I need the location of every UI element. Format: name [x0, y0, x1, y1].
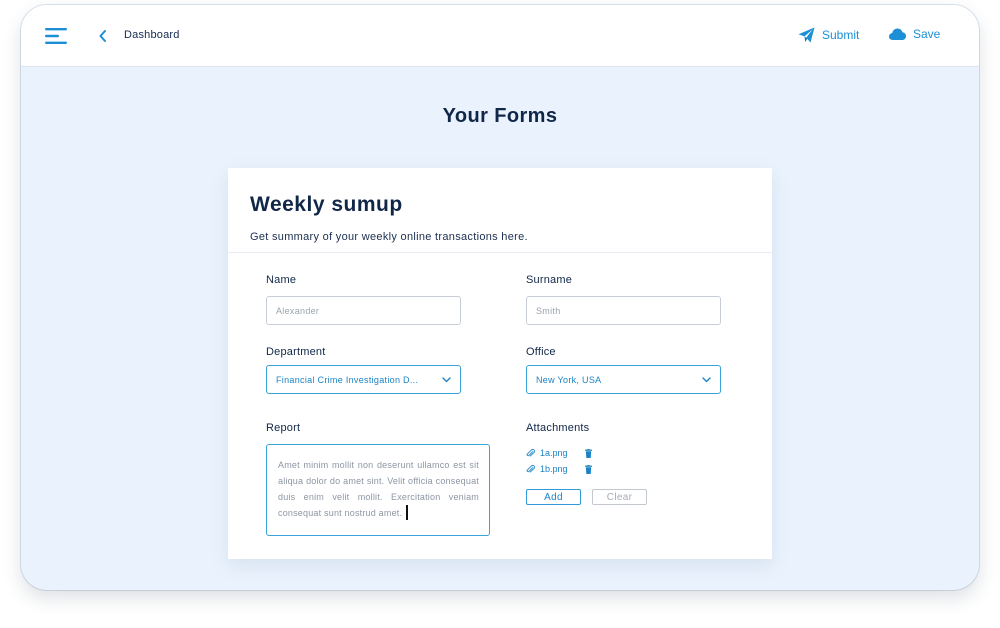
office-value: New York, USA — [536, 374, 602, 385]
paper-plane-icon — [798, 27, 815, 43]
chevron-left-icon[interactable] — [98, 29, 108, 43]
add-attachment-button[interactable]: Add — [526, 489, 581, 505]
paperclip-icon — [526, 464, 535, 473]
name-input[interactable]: Alexander — [266, 296, 461, 325]
submit-label: Submit — [822, 28, 860, 42]
page-title: Your Forms — [442, 105, 558, 127]
office-label: Office — [526, 346, 556, 358]
chevron-down-icon — [442, 376, 451, 382]
department-value: Financial Crime Investigation D... — [276, 374, 419, 385]
save-label: Save — [913, 27, 941, 41]
paperclip-icon — [526, 448, 535, 457]
attachments-label: Attachments — [526, 422, 590, 434]
department-label: Department — [266, 346, 326, 358]
cloud-icon — [889, 28, 906, 40]
name-placeholder: Alexander — [276, 305, 320, 316]
report-text: Amet minim mollit non deserunt ullamco e… — [278, 460, 479, 518]
attachment-filename[interactable]: 1b.png — [540, 464, 585, 474]
menu-icon[interactable] — [45, 27, 69, 45]
save-button[interactable]: Save — [889, 27, 940, 41]
surname-label: Surname — [526, 274, 573, 286]
clear-attachments-button[interactable]: Clear — [592, 489, 647, 505]
trash-icon[interactable] — [585, 448, 592, 458]
surname-input[interactable]: Smith — [526, 296, 721, 325]
report-label: Report — [266, 422, 301, 434]
breadcrumb-dashboard[interactable]: Dashboard — [124, 29, 180, 41]
form-title: Weekly sumup — [250, 193, 403, 216]
app-window: Dashboard Submit Save Your Forms Weekly … — [21, 5, 979, 590]
top-bar: Dashboard Submit Save — [21, 5, 979, 67]
attachment-filename[interactable]: 1a.png — [540, 448, 585, 458]
department-select[interactable]: Financial Crime Investigation D... — [266, 365, 461, 394]
text-cursor — [406, 505, 408, 520]
report-textarea[interactable]: Amet minim mollit non deserunt ullamco e… — [266, 444, 490, 536]
surname-placeholder: Smith — [536, 305, 561, 316]
form-subtitle: Get summary of your weekly online transa… — [250, 231, 528, 243]
name-label: Name — [266, 274, 297, 286]
form-header: Weekly sumup Get summary of your weekly … — [228, 168, 772, 253]
attachment-item: 1b.png — [526, 464, 592, 474]
office-select[interactable]: New York, USA — [526, 365, 721, 394]
form-card: Weekly sumup Get summary of your weekly … — [228, 168, 772, 559]
attachment-item: 1a.png — [526, 448, 592, 458]
submit-button[interactable]: Submit — [798, 27, 859, 43]
chevron-down-icon — [702, 376, 711, 382]
trash-icon[interactable] — [585, 464, 592, 474]
